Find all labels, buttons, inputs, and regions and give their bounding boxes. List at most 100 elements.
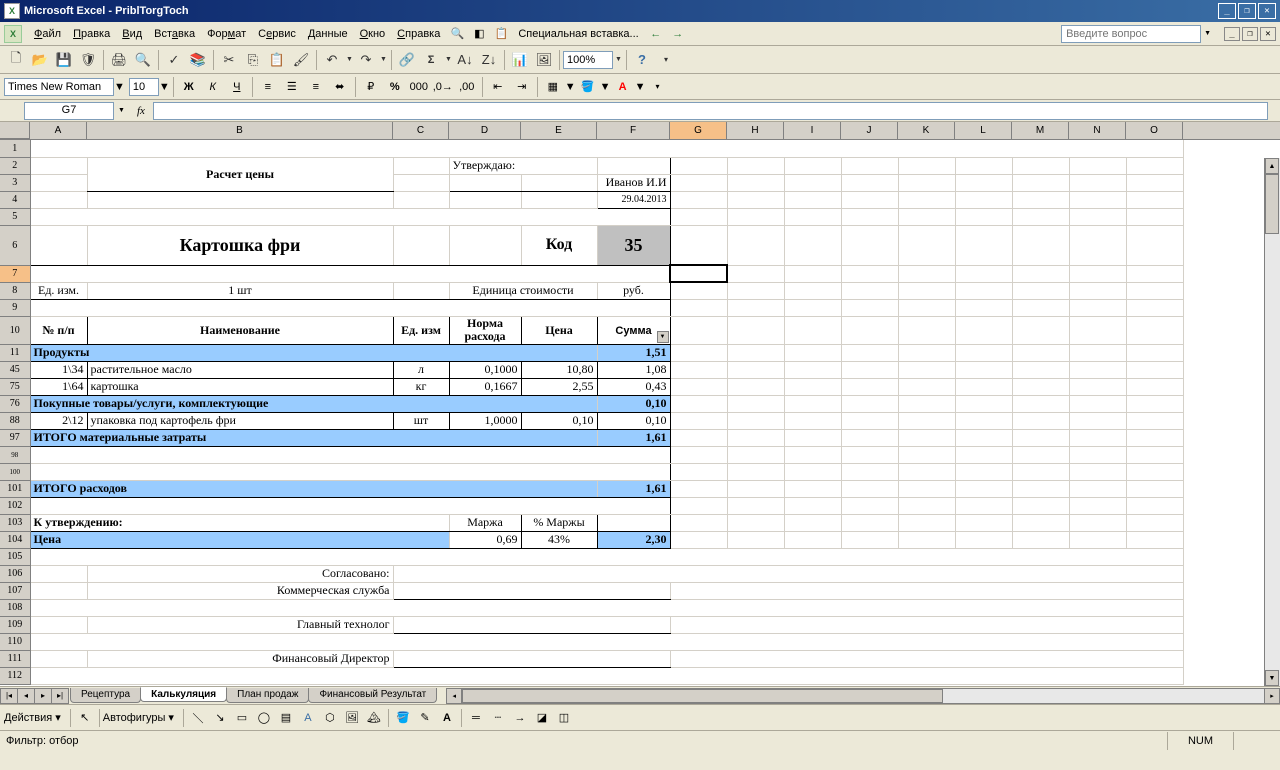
font-size-dropdown-icon[interactable]: ▼ (159, 81, 170, 93)
actions-menu[interactable]: Действия ▾ (4, 711, 61, 724)
formula-input[interactable] (153, 102, 1268, 120)
cut-icon[interactable]: ✂ (218, 49, 240, 71)
decrease-decimal-icon[interactable]: ,00 (456, 76, 478, 98)
fx-icon[interactable]: fx (137, 105, 145, 117)
clipart-icon[interactable]: 🖼 (342, 708, 362, 728)
find-icon[interactable]: 🔍 (447, 24, 467, 44)
permissions-icon[interactable]: 🛡 (77, 49, 99, 71)
col-header-I[interactable]: I (784, 122, 841, 139)
toggle-icon[interactable]: ◧ (469, 24, 489, 44)
col-header-A[interactable]: A (30, 122, 87, 139)
font-name-combo[interactable]: Times New Roman (4, 78, 114, 96)
paste-icon[interactable]: 📋 (266, 49, 288, 71)
help-icon[interactable]: ? (631, 49, 653, 71)
col-header-K[interactable]: K (898, 122, 955, 139)
active-cell[interactable] (670, 265, 727, 282)
mdi-minimize-button[interactable]: _ (1224, 27, 1240, 41)
font-color-icon[interactable]: A (612, 76, 634, 98)
filter-dropdown-icon[interactable]: ▼ (657, 331, 669, 343)
col-header-B[interactable]: B (87, 122, 393, 139)
col-header-H[interactable]: H (727, 122, 784, 139)
menu-special-paste[interactable]: Специальная вставка... (512, 25, 644, 43)
arrow-right-icon[interactable]: → (668, 24, 688, 44)
col-header-N[interactable]: N (1069, 122, 1126, 139)
comma-icon[interactable]: 000 (408, 76, 430, 98)
undo-dropdown-icon[interactable]: ▼ (344, 56, 354, 63)
save-icon[interactable]: 💾 (53, 49, 75, 71)
line-style-icon[interactable]: ═ (466, 708, 486, 728)
font-color-dropdown-icon[interactable]: ▼ (635, 81, 646, 93)
select-objects-icon[interactable]: ↖ (75, 708, 95, 728)
tab-last-icon[interactable]: ▸| (51, 688, 69, 704)
font-color2-icon[interactable]: A (437, 708, 457, 728)
hyperlink-icon[interactable]: 🔗 (396, 49, 418, 71)
paste-special-icon[interactable]: 📋 (491, 24, 511, 44)
fill-color-icon[interactable]: 🪣 (577, 76, 599, 98)
tab-recipe[interactable]: Рецептура (70, 688, 141, 703)
name-box[interactable]: G7 (24, 102, 114, 120)
col-header-D[interactable]: D (449, 122, 521, 139)
arrow-icon[interactable]: ↘ (210, 708, 230, 728)
chart-icon[interactable]: 📊 (509, 49, 531, 71)
dropdown-icon[interactable]: ▼ (1201, 30, 1214, 37)
font-size-combo[interactable]: 10 (129, 78, 159, 96)
menu-help[interactable]: Справка (391, 25, 446, 43)
scroll-thumb-v[interactable] (1265, 174, 1279, 234)
toolbar-options2-icon[interactable]: ▾ (646, 76, 668, 98)
scroll-up-icon[interactable]: ▲ (1265, 158, 1279, 174)
select-all-corner[interactable] (0, 122, 30, 139)
menu-view[interactable]: Вид (116, 25, 148, 43)
close-button[interactable]: ✕ (1258, 3, 1276, 19)
rectangle-icon[interactable]: ▭ (232, 708, 252, 728)
fill-dropdown-icon[interactable]: ▼ (600, 81, 611, 93)
tab-prev-icon[interactable]: ◂ (17, 688, 35, 704)
autoshapes-menu[interactable]: Автофигуры ▾ (103, 711, 174, 724)
percent-icon[interactable]: % (384, 76, 406, 98)
tab-first-icon[interactable]: |◂ (0, 688, 18, 704)
align-center-icon[interactable]: ☰ (281, 76, 303, 98)
restore-button[interactable]: ❐ (1238, 3, 1256, 19)
col-header-J[interactable]: J (841, 122, 898, 139)
scroll-thumb-h[interactable] (462, 689, 943, 703)
namebox-dropdown-icon[interactable]: ▼ (114, 107, 129, 114)
autosum-dropdown-icon[interactable]: ▼ (443, 56, 453, 63)
scroll-right-icon[interactable]: ▸ (1264, 688, 1280, 704)
autosum-icon[interactable]: Σ (420, 49, 442, 71)
bold-icon[interactable]: Ж (178, 76, 200, 98)
increase-indent-icon[interactable]: ⇥ (511, 76, 533, 98)
tab-calc[interactable]: Калькуляция (140, 687, 227, 702)
zoom-combo[interactable]: 100% (563, 51, 613, 69)
borders-icon[interactable]: ▦ (542, 76, 564, 98)
mdi-restore-button[interactable]: ❐ (1242, 27, 1258, 41)
dash-style-icon[interactable]: ┄ (488, 708, 508, 728)
menu-format[interactable]: Формат (201, 25, 252, 43)
menu-file[interactable]: Файл (28, 25, 67, 43)
zoom-dropdown-icon[interactable]: ▼ (613, 56, 623, 63)
align-left-icon[interactable]: ≡ (257, 76, 279, 98)
font-name-dropdown-icon[interactable]: ▼ (114, 81, 125, 93)
sort-asc-icon[interactable]: A↓ (454, 49, 476, 71)
horizontal-scrollbar[interactable]: ◂ ▸ (446, 688, 1280, 704)
menu-window[interactable]: Окно (354, 25, 392, 43)
merge-center-icon[interactable]: ⬌ (329, 76, 351, 98)
scroll-down-icon[interactable]: ▼ (1265, 670, 1279, 686)
menu-edit[interactable]: Правка (67, 25, 116, 43)
italic-icon[interactable]: К (202, 76, 224, 98)
format-painter-icon[interactable]: 🖌 (290, 49, 312, 71)
redo-icon[interactable]: ↷ (355, 49, 377, 71)
col-header-G[interactable]: G (670, 122, 727, 139)
print-preview-icon[interactable]: 🔍 (132, 49, 154, 71)
worksheet-grid[interactable]: ABCDEFGHIJKLMNO 1 2 Расчет цены Утвержда… (0, 122, 1280, 704)
arrow-style-icon[interactable]: → (510, 708, 530, 728)
open-icon[interactable]: 📂 (29, 49, 51, 71)
shadow-icon[interactable]: ◪ (532, 708, 552, 728)
undo-icon[interactable]: ↶ (321, 49, 343, 71)
research-icon[interactable]: 📚 (187, 49, 209, 71)
drawing-icon[interactable]: 🖼 (533, 49, 555, 71)
textbox-icon[interactable]: ▤ (276, 708, 296, 728)
arrow-left-icon[interactable]: ← (646, 24, 666, 44)
mdi-close-button[interactable]: ✕ (1260, 27, 1276, 41)
align-right-icon[interactable]: ≡ (305, 76, 327, 98)
fill-color2-icon[interactable]: 🪣 (393, 708, 413, 728)
picture-icon[interactable]: 🏔 (364, 708, 384, 728)
